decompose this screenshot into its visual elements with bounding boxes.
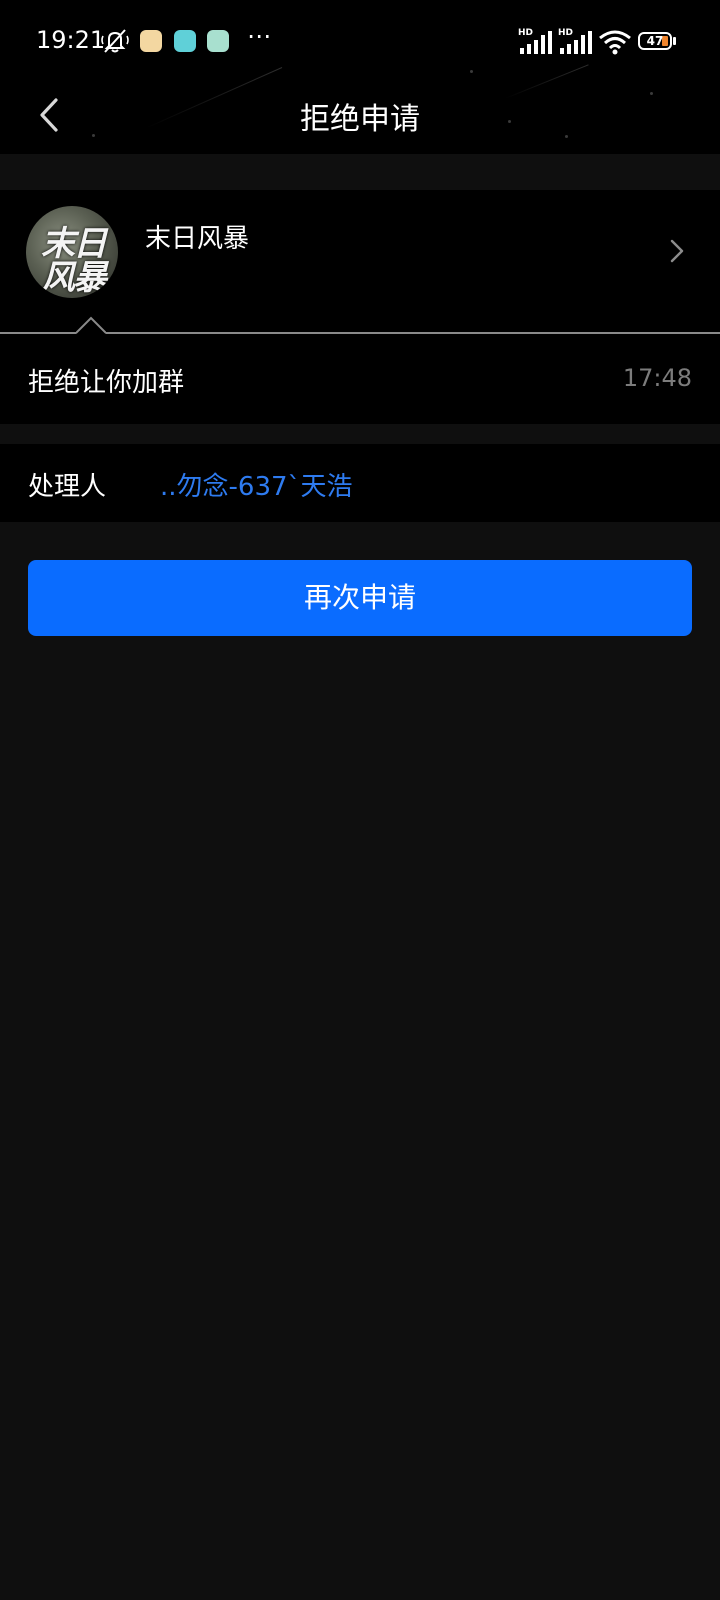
- nav-bar: 拒绝申请: [0, 84, 720, 154]
- avatar-text: 风暴: [41, 258, 107, 298]
- app-notification-icon: [140, 30, 162, 52]
- divider-notch: [76, 316, 106, 334]
- handler-row: 处理人 ..勿念-637`天浩: [0, 444, 720, 522]
- battery-icon: 47: [638, 32, 672, 50]
- rejection-message: 拒绝让你加群 17:48: [0, 334, 720, 424]
- message-text: 拒绝让你加群: [28, 368, 185, 398]
- status-bar: 19:21 ⋯ HD HD 47: [0, 0, 720, 84]
- chevron-right-icon[interactable]: [668, 236, 686, 266]
- handler-label: 处理人: [28, 472, 107, 502]
- app-notification-icon: [207, 30, 229, 52]
- more-icon: ⋯: [247, 22, 272, 50]
- handler-name-link[interactable]: ..勿念-637`天浩: [160, 466, 353, 503]
- battery-level: 47: [646, 34, 664, 48]
- avatar[interactable]: 末日 风暴: [26, 206, 118, 298]
- message-time: 17:48: [622, 364, 692, 392]
- mute-icon: [101, 29, 129, 53]
- signal-icon: [520, 31, 552, 54]
- status-time: 19:21: [36, 26, 106, 54]
- header-background: 19:21 ⋯ HD HD 47 拒绝申请: [0, 0, 720, 154]
- reapply-button[interactable]: 再次申请: [28, 560, 692, 636]
- group-name: 末日风暴: [145, 224, 250, 254]
- app-notification-icon: [174, 30, 196, 52]
- battery-tip: [673, 37, 676, 45]
- signal-icon: [560, 31, 592, 54]
- wifi-icon: [599, 30, 631, 55]
- page-title: 拒绝申请: [300, 102, 420, 137]
- group-card[interactable]: 末日 风暴 末日风暴: [0, 190, 720, 332]
